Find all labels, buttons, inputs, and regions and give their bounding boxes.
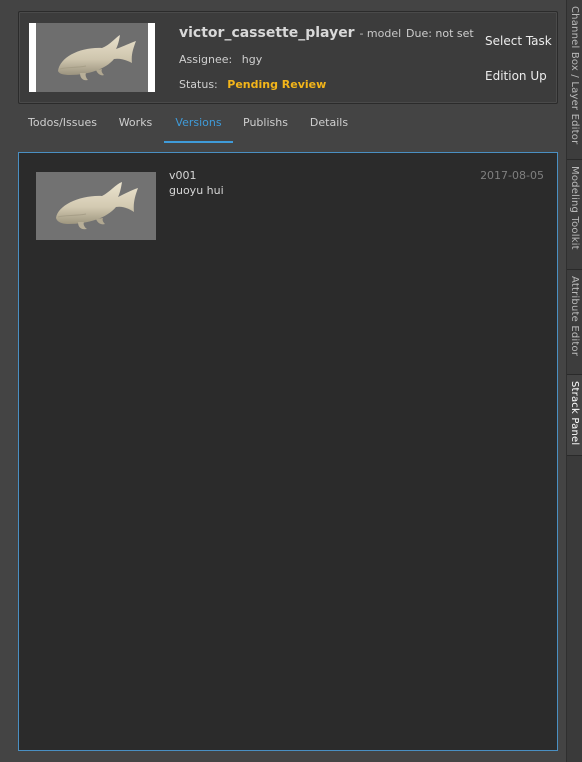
dock-tab-modeling-toolkit[interactable]: Modeling Toolkit	[567, 160, 582, 270]
tab-works[interactable]: Works	[107, 108, 164, 141]
dock-tab-label: Channel Box / Layer Editor	[569, 6, 580, 145]
task-header: victor_cassette_player - model Due: not …	[18, 11, 558, 104]
dock-tab-label: Strack Panel	[569, 381, 580, 446]
right-dock-tabs: Channel Box / Layer Editor Modeling Tool…	[566, 0, 582, 762]
dock-tab-channel-box[interactable]: Channel Box / Layer Editor	[567, 0, 582, 160]
tab-details[interactable]: Details	[298, 108, 360, 141]
tab-todos-issues[interactable]: Todos/Issues	[18, 108, 107, 141]
due-label: Due:	[406, 27, 432, 40]
status-badge: Pending Review	[227, 78, 327, 91]
task-title: victor_cassette_player - model	[179, 25, 401, 41]
status: Status: Pending Review	[179, 78, 326, 91]
version-date: 2017-08-05	[480, 169, 544, 182]
list-item[interactable]: v001 guoyu hui 2017-08-05	[19, 153, 557, 253]
task-name: victor_cassette_player	[179, 25, 355, 41]
task-thumbnail	[29, 23, 155, 92]
version-name: v001	[169, 169, 197, 182]
dock-tab-attribute-editor[interactable]: Attribute Editor	[567, 270, 582, 375]
version-user: guoyu hui	[169, 184, 224, 197]
status-label: Status:	[179, 78, 218, 91]
dock-tab-strack-panel[interactable]: Strack Panel	[567, 375, 582, 456]
task-step: - model	[359, 27, 402, 40]
edition-up-button[interactable]: Edition Up	[485, 69, 547, 83]
select-task-button[interactable]: Select Task	[485, 34, 552, 48]
assignee-value: hgy	[241, 53, 263, 66]
assignee: Assignee: hgy	[179, 53, 262, 66]
assignee-label: Assignee:	[179, 53, 233, 66]
tab-bar: Todos/Issues Works Versions Publishs Det…	[18, 108, 556, 143]
due-date: Due: not set	[406, 27, 474, 40]
dock-tab-label: Attribute Editor	[569, 276, 580, 357]
strack-panel: victor_cassette_player - model Due: not …	[0, 0, 566, 762]
fish-model-icon	[36, 172, 156, 240]
due-value: not set	[435, 27, 474, 40]
versions-list: v001 guoyu hui 2017-08-05	[18, 152, 558, 751]
dock-tab-label: Modeling Toolkit	[569, 166, 580, 250]
fish-model-icon	[36, 23, 148, 92]
tab-versions[interactable]: Versions	[164, 108, 233, 143]
tab-publishs[interactable]: Publishs	[233, 108, 298, 141]
app-root: victor_cassette_player - model Due: not …	[0, 0, 582, 762]
